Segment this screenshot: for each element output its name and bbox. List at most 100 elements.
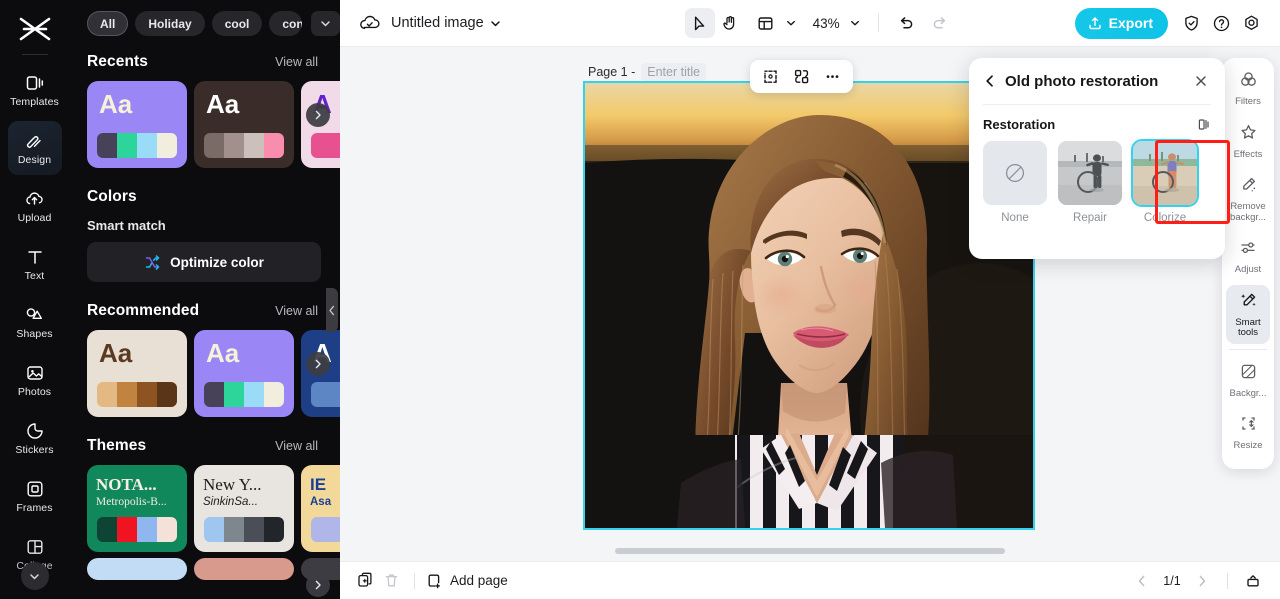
chips-expand-button[interactable] — [311, 11, 340, 36]
sidebar-more-button[interactable] — [20, 562, 49, 590]
export-label: Export — [1108, 15, 1153, 31]
tool-remove-background[interactable]: Remove backgr... — [1226, 169, 1270, 228]
tool-background[interactable]: Backgr... — [1226, 356, 1270, 405]
sidebar-item-upload[interactable]: Upload — [8, 179, 62, 233]
themes-view-all[interactable]: View all — [275, 439, 318, 453]
zoom-caret-button[interactable] — [844, 8, 866, 38]
chevron-left-icon — [986, 75, 993, 87]
help-button[interactable] — [1206, 8, 1236, 38]
tool-label: Remove backgr... — [1230, 201, 1266, 223]
recommended-card[interactable]: Aa — [87, 330, 187, 417]
recents-next-button[interactable] — [306, 103, 330, 127]
theme-card[interactable] — [87, 558, 187, 580]
design-icon — [24, 130, 46, 152]
optimize-color-button[interactable]: Optimize color — [87, 242, 321, 282]
canvas-hscrollbar[interactable] — [340, 545, 1280, 559]
stickers-icon — [24, 420, 46, 442]
more-options-button[interactable] — [819, 63, 846, 90]
hand-tool-button[interactable] — [715, 8, 745, 38]
theme-card[interactable] — [194, 558, 294, 580]
sidebar-item-frames[interactable]: Frames — [8, 469, 62, 523]
shapes-icon — [24, 304, 46, 326]
capcut-logo[interactable] — [12, 10, 58, 48]
recommended-next-button[interactable] — [306, 352, 330, 376]
theme-card[interactable] — [301, 558, 340, 580]
tool-filters[interactable]: Filters — [1226, 64, 1270, 113]
chip-concise[interactable]: concise — [269, 11, 302, 36]
crop-button[interactable] — [757, 63, 784, 90]
sidebar-item-design[interactable]: Design — [7, 121, 62, 175]
undo-button[interactable] — [891, 8, 921, 38]
sidebar-label: Shapes — [16, 328, 53, 340]
chip-all[interactable]: All — [87, 11, 129, 36]
tool-effects[interactable]: Effects — [1226, 117, 1270, 166]
replace-button[interactable] — [788, 63, 815, 90]
layout-tool-button[interactable] — [751, 8, 781, 38]
document-title[interactable]: Untitled image — [391, 15, 484, 31]
export-button[interactable]: Export — [1074, 7, 1168, 39]
none-icon — [1005, 163, 1025, 183]
sidebar-item-stickers[interactable]: Stickers — [8, 411, 62, 465]
select-tool-button[interactable] — [684, 8, 715, 38]
compare-icon[interactable] — [1196, 117, 1211, 132]
artboard[interactable] — [583, 81, 1035, 530]
section-title: Themes — [87, 437, 147, 454]
sidebar-item-templates[interactable]: Templates — [8, 63, 62, 117]
recommended-header: Recommended View all — [69, 282, 340, 320]
redo-icon — [933, 17, 945, 29]
recents-view-all[interactable]: View all — [275, 55, 318, 69]
recommended-card[interactable]: Aa — [194, 330, 294, 417]
recommended-view-all[interactable]: View all — [275, 304, 318, 318]
portrait-photo[interactable] — [585, 83, 1033, 528]
zoom-level[interactable]: 43% — [813, 16, 840, 31]
restoration-section-label-row: Restoration — [983, 117, 1211, 132]
theme-subtitle: SinkinSa... — [203, 496, 258, 508]
shield-check-icon — [1184, 15, 1198, 31]
option-label: Repair — [1073, 212, 1107, 224]
theme-card[interactable]: IE Asa — [301, 465, 340, 552]
recents-card[interactable]: Aa — [194, 81, 294, 168]
duplicate-page-button[interactable] — [352, 568, 378, 594]
chip-holiday[interactable]: Holiday — [135, 11, 205, 36]
sidebar-item-text[interactable]: Text — [8, 237, 62, 291]
tool-resize[interactable]: Resize — [1226, 408, 1270, 457]
layout-caret-button[interactable] — [781, 8, 801, 38]
restoration-options: None Repair Colorize — [983, 141, 1211, 224]
sidebar-item-shapes[interactable]: Shapes — [8, 295, 62, 349]
prev-page-button[interactable] — [1129, 568, 1155, 594]
duplicate-page-icon — [357, 572, 372, 587]
shield-check-button[interactable] — [1176, 8, 1206, 38]
add-page-button[interactable]: Add page — [425, 572, 508, 590]
next-page-button[interactable] — [1189, 568, 1215, 594]
scrollbar-thumb[interactable] — [615, 548, 1005, 554]
card-swatches — [204, 382, 284, 407]
smart-match-label: Smart match — [87, 218, 166, 233]
sidebar-item-photos[interactable]: Photos — [8, 353, 62, 407]
tool-adjust[interactable]: Adjust — [1226, 232, 1270, 281]
restoration-option-colorize[interactable]: Colorize — [1133, 141, 1197, 224]
close-button[interactable] — [1191, 71, 1211, 91]
rail-divider — [21, 54, 48, 55]
photos-icon — [24, 362, 46, 384]
recents-card[interactable]: Aa — [87, 81, 187, 168]
page-title-input[interactable]: Enter title — [641, 63, 707, 81]
redo-button[interactable] — [925, 8, 955, 38]
delete-page-button[interactable] — [378, 568, 404, 594]
option-label: Colorize — [1143, 212, 1187, 224]
panel-collapse-handle[interactable] — [326, 288, 338, 332]
card-sample-text: Aa — [206, 338, 240, 368]
chip-cool[interactable]: cool — [211, 11, 263, 36]
tool-smart-tools[interactable]: Smart tools — [1226, 284, 1270, 344]
theme-card[interactable]: NOTA... Metropolis-B... — [87, 465, 187, 552]
restoration-option-none[interactable]: None — [983, 141, 1047, 224]
restoration-option-repair[interactable]: Repair — [1058, 141, 1122, 224]
chevron-down-icon — [491, 20, 500, 26]
resize-icon — [1239, 414, 1258, 438]
crop-icon — [764, 70, 777, 83]
settings-button[interactable] — [1236, 8, 1266, 38]
back-button[interactable] — [983, 74, 997, 88]
flyout-header: Old photo restoration — [969, 58, 1225, 104]
theme-card[interactable]: New Y... SinkinSa... — [194, 465, 294, 552]
expand-panel-button[interactable] — [1240, 568, 1266, 594]
document-title-caret[interactable] — [484, 8, 508, 38]
